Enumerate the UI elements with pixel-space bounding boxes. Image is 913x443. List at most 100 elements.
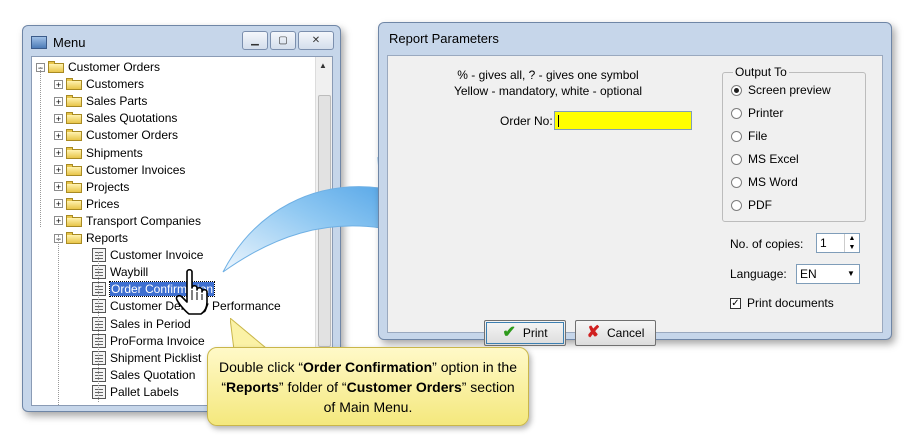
maximize-icon: ▢ bbox=[278, 35, 288, 46]
cancel-button-label: Cancel bbox=[607, 326, 645, 340]
expand-icon[interactable]: + bbox=[54, 113, 63, 123]
output-option[interactable]: Screen preview bbox=[731, 83, 831, 97]
language-select[interactable]: EN ▼ bbox=[796, 264, 860, 284]
print-button[interactable]: ✔ Print bbox=[484, 320, 566, 346]
output-option[interactable]: PDF bbox=[731, 198, 772, 212]
tree-item-label: Customer Orders bbox=[86, 128, 179, 143]
spinner-arrows-icon[interactable]: ▲ ▼ bbox=[844, 234, 859, 252]
tree-item-label: Customer Orders bbox=[68, 60, 161, 74]
close-button[interactable]: ✕ bbox=[298, 31, 334, 50]
radio-button[interactable] bbox=[731, 199, 742, 211]
tree-report-item[interactable]: Shipment Picklist bbox=[92, 350, 201, 366]
radio-button[interactable] bbox=[731, 107, 742, 119]
dialog-title: Report Parameters bbox=[389, 31, 499, 46]
output-option[interactable]: MS Word bbox=[731, 175, 798, 189]
window-app-icon bbox=[31, 35, 47, 49]
tree-report-item[interactable]: Sales Quotation bbox=[92, 367, 195, 383]
callout-pointer bbox=[230, 318, 268, 350]
tree-item-label: Sales Parts bbox=[86, 94, 148, 109]
radio-button[interactable] bbox=[731, 130, 742, 142]
minimize-button[interactable]: ▁ bbox=[242, 31, 268, 50]
expand-icon[interactable]: + bbox=[54, 130, 63, 140]
folder-icon bbox=[66, 180, 82, 193]
print-documents-option[interactable]: ✓ Print documents bbox=[730, 296, 834, 310]
checkmark-icon: ✔ bbox=[502, 324, 516, 341]
folder-icon bbox=[66, 146, 82, 159]
order-no-label: Order No: bbox=[500, 114, 553, 128]
expand-icon[interactable]: + bbox=[54, 216, 63, 226]
text-caret bbox=[558, 115, 559, 127]
tree-report-item[interactable]: Pallet Labels bbox=[92, 384, 179, 400]
menu-title-bar: Menu bbox=[31, 32, 86, 52]
expand-icon[interactable]: + bbox=[54, 79, 63, 89]
tree-folder-item[interactable]: + Prices bbox=[54, 196, 119, 212]
tree-folder-item[interactable]: + Customers bbox=[54, 76, 144, 92]
tree-folder-item[interactable]: − Reports bbox=[54, 230, 128, 246]
tree-report-item[interactable]: Sales in Period bbox=[92, 316, 191, 332]
cancel-button[interactable]: ✘ Cancel bbox=[575, 320, 656, 346]
folder-icon bbox=[66, 112, 82, 125]
tree-folder-item[interactable]: + Sales Quotations bbox=[54, 110, 177, 126]
expand-icon[interactable]: + bbox=[54, 165, 63, 175]
output-to-group: Output To Screen preview Printer File MS Ex… bbox=[722, 65, 866, 222]
folder-icon bbox=[66, 163, 82, 176]
order-no-input[interactable] bbox=[554, 111, 692, 130]
tree-item-label: ProForma Invoice bbox=[110, 333, 205, 348]
report-icon bbox=[92, 299, 106, 314]
report-icon bbox=[92, 333, 106, 348]
output-option[interactable]: File bbox=[731, 129, 767, 143]
close-icon: ✕ bbox=[311, 35, 321, 46]
output-option-label: File bbox=[748, 129, 768, 143]
tree-item-label: Reports bbox=[86, 231, 129, 245]
report-icon bbox=[92, 265, 106, 280]
minimize-icon: ▁ bbox=[251, 35, 259, 46]
window-controls: ▁ ▢ ✕ bbox=[242, 31, 334, 50]
language-label: Language: bbox=[730, 267, 787, 281]
expand-icon[interactable]: + bbox=[54, 148, 63, 158]
tree-item-label: Transport Companies bbox=[86, 213, 201, 228]
tree-folder-item[interactable]: + Shipments bbox=[54, 145, 143, 161]
output-option[interactable]: Printer bbox=[731, 106, 783, 120]
report-icon bbox=[92, 282, 106, 297]
tree-report-item[interactable]: Customer Invoice bbox=[92, 247, 203, 263]
tree-report-item[interactable]: Waybill bbox=[92, 264, 148, 280]
tree-item-label: Prices bbox=[86, 196, 120, 211]
callout-bold-reports: Reports bbox=[225, 378, 279, 395]
tree-item-label: Shipment Picklist bbox=[110, 350, 202, 365]
tree-folder-item[interactable]: + Projects bbox=[54, 179, 129, 195]
folder-icon bbox=[66, 232, 82, 244]
chevron-down-icon[interactable]: ▼ bbox=[843, 265, 859, 283]
folder-icon bbox=[66, 78, 82, 91]
output-option-label: MS Word bbox=[748, 175, 798, 189]
callout-text-part: Double click “ bbox=[219, 358, 304, 375]
radio-button[interactable] bbox=[731, 176, 742, 188]
tree-folder-item[interactable]: + Transport Companies bbox=[54, 213, 201, 229]
expand-icon[interactable]: + bbox=[54, 96, 63, 106]
tree-item-label: Sales Quotations bbox=[86, 111, 178, 126]
output-option-label: Printer bbox=[748, 106, 784, 120]
tree-folder-item[interactable]: + Sales Parts bbox=[54, 93, 147, 109]
radio-button[interactable] bbox=[731, 153, 742, 165]
menu-title: Menu bbox=[53, 34, 86, 50]
output-option-label: MS Excel bbox=[748, 152, 799, 166]
scroll-up-icon[interactable]: ▲ bbox=[319, 61, 327, 70]
expand-icon[interactable]: + bbox=[54, 199, 63, 209]
tree-folder-item[interactable]: + Customer Invoices bbox=[54, 162, 185, 178]
tree-report-item[interactable]: ProForma Invoice bbox=[92, 333, 205, 349]
folder-icon bbox=[66, 95, 82, 108]
output-option[interactable]: MS Excel bbox=[731, 152, 799, 166]
output-option-label: PDF bbox=[748, 198, 772, 212]
tree-item-label: Customer Invoices bbox=[86, 162, 186, 177]
radio-button[interactable] bbox=[731, 84, 742, 96]
tree-folder-item[interactable]: + Customer Orders bbox=[54, 127, 178, 143]
report-icon bbox=[92, 248, 106, 263]
hand-cursor-icon bbox=[175, 268, 208, 315]
maximize-button[interactable]: ▢ bbox=[270, 31, 296, 50]
callout-bold-customer-orders: Customer Orders bbox=[346, 378, 462, 395]
tree-folder-item[interactable]: − Customer Orders bbox=[36, 59, 160, 75]
expand-icon[interactable]: + bbox=[54, 182, 63, 192]
report-parameters-dialog: Report Parameters % - gives all, ? - giv… bbox=[378, 22, 892, 346]
copies-spinner[interactable]: 1 ▲ ▼ bbox=[816, 233, 860, 253]
print-documents-checkbox[interactable]: ✓ bbox=[730, 297, 741, 309]
output-option-label: Screen preview bbox=[748, 83, 831, 97]
